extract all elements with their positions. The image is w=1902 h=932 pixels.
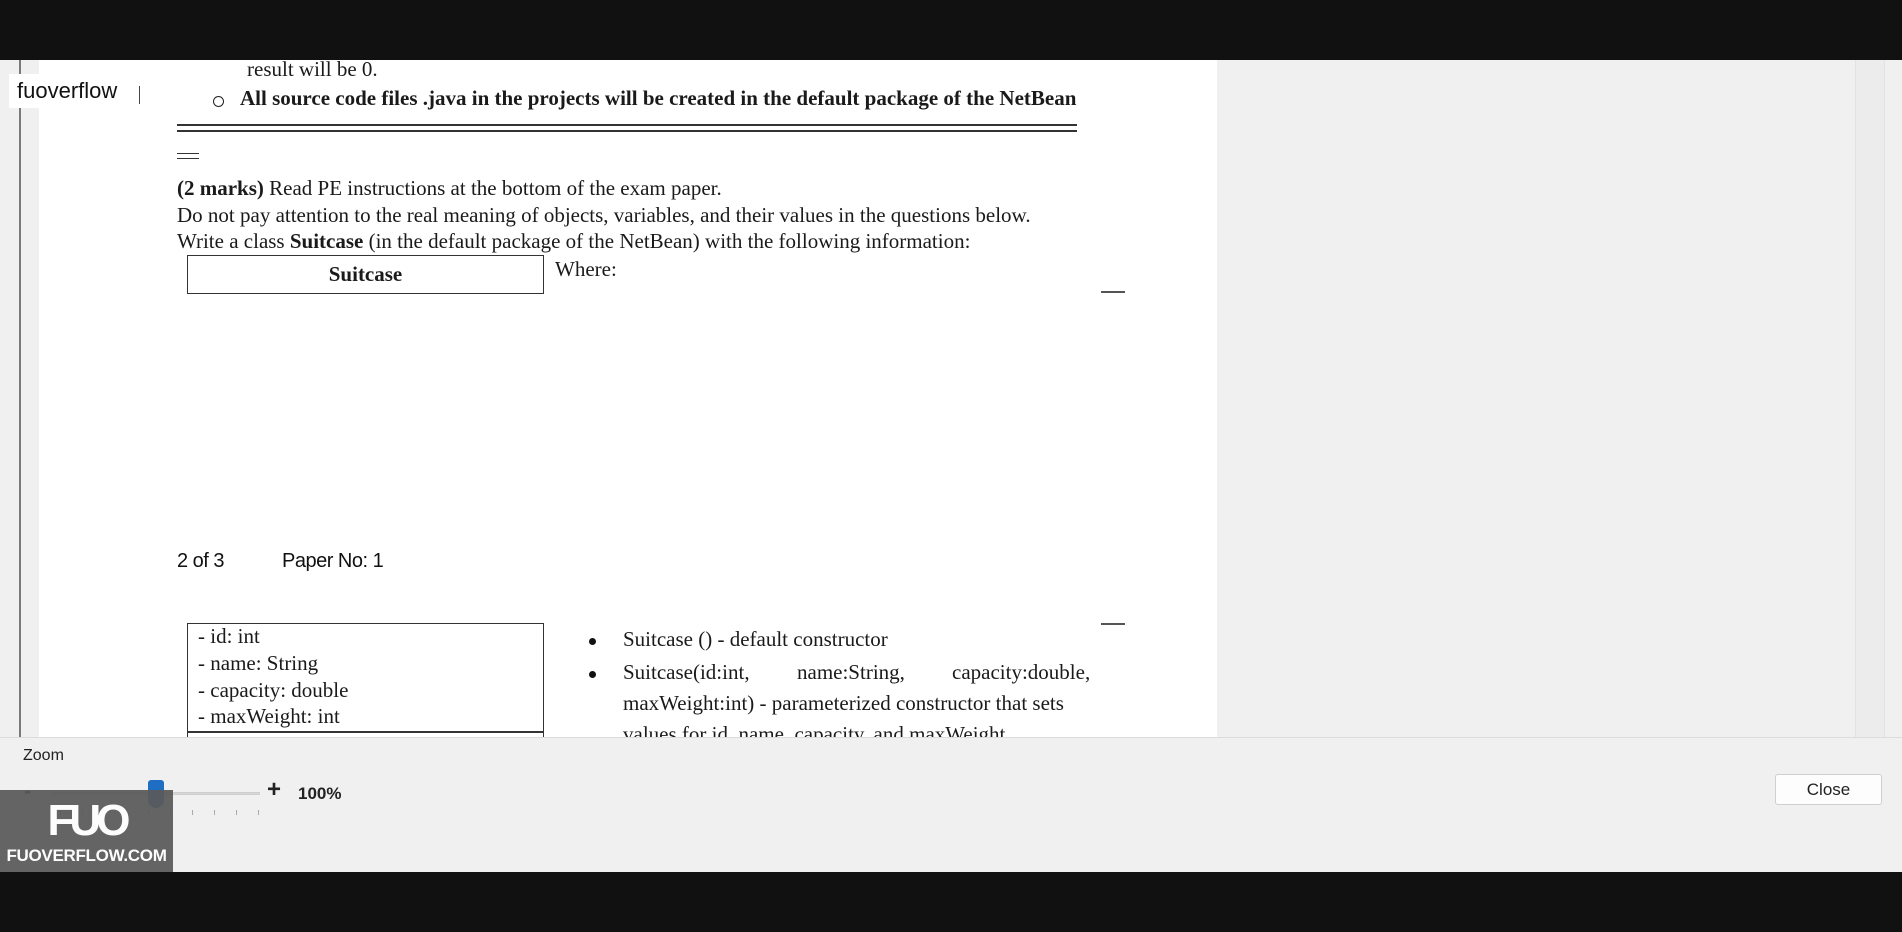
zoom-label: Zoom xyxy=(23,747,64,764)
uml-attribute: - id: int xyxy=(198,624,260,648)
write-class-name: Suitcase xyxy=(289,229,364,253)
marks-label: (2 marks) xyxy=(177,176,264,200)
zoom-value: 100% xyxy=(298,784,342,803)
bottom-letterbox xyxy=(0,872,1902,932)
marks-line: (2 marks) Read PE instructions at the bo… xyxy=(177,176,722,201)
margin-dash-mark xyxy=(1101,291,1125,293)
uml-attributes-box: - id: int - name: String - capacity: dou… xyxy=(187,623,544,737)
marks-text: Read PE instructions at the bottom of th… xyxy=(263,176,722,200)
uml-attribute: - capacity: double xyxy=(198,678,349,702)
viewport-left-border xyxy=(19,60,21,737)
circle-bullet-icon xyxy=(213,96,224,107)
logo-mark: FUO xyxy=(47,796,131,845)
watermark-label: fuoverflow xyxy=(9,74,126,108)
write-class-suffix: (in the default package of the NetBean) … xyxy=(363,229,971,253)
uml-attribute: - maxWeight: int xyxy=(198,704,340,728)
top-letterbox xyxy=(0,0,1902,60)
where-label: Where: xyxy=(555,257,617,281)
source-files-note: All source code files .java in the proje… xyxy=(240,86,1077,110)
bullet-dot-icon xyxy=(589,671,596,678)
document-viewer-window: result will be 0. All source code files … xyxy=(0,60,1902,872)
separator-line-short xyxy=(177,153,199,159)
attention-note: Do not pay attention to the real meaning… xyxy=(177,203,1031,227)
site-logo: FUO FUOVERFLOW.COM xyxy=(0,790,173,872)
result-line: result will be 0. xyxy=(247,60,378,81)
viewport-right-pane xyxy=(1855,60,1885,737)
separator-line xyxy=(177,124,1077,132)
param-ctor-word: capacity:double, xyxy=(952,660,1091,684)
bullet-dot-icon xyxy=(589,638,596,645)
write-class-line: Write a class Suitcase (in the default p… xyxy=(177,229,970,254)
uml-attribute: - name: String xyxy=(198,651,319,675)
close-button[interactable]: Close xyxy=(1775,774,1882,805)
uml-class-name-box: Suitcase xyxy=(187,255,544,294)
write-class-prefix: Write a class xyxy=(177,229,290,253)
document-viewport[interactable]: result will be 0. All source code files … xyxy=(0,60,1902,737)
page-number: 2 of 3 xyxy=(177,550,225,572)
margin-dash-mark xyxy=(1101,623,1125,625)
param-ctor-line: maxWeight:int) - parameterized construct… xyxy=(623,691,1064,715)
text-cursor-icon xyxy=(139,86,140,104)
param-ctor-word: Suitcase(id:int, xyxy=(623,660,750,684)
logo-text: FUOVERFLOW.COM xyxy=(6,846,167,865)
paper-number: Paper No: 1 xyxy=(282,550,384,572)
zoom-in-button[interactable]: + xyxy=(267,776,281,804)
document-page: result will be 0. All source code files … xyxy=(39,60,1217,737)
viewport-bottom-border xyxy=(0,737,1902,738)
param-ctor-word: name:String, xyxy=(797,660,905,684)
uml-box-divider xyxy=(188,731,543,733)
default-constructor-item: Suitcase () - default constructor xyxy=(623,627,888,651)
param-ctor-line: values for id, name, capacity, and maxWe… xyxy=(623,722,1006,737)
